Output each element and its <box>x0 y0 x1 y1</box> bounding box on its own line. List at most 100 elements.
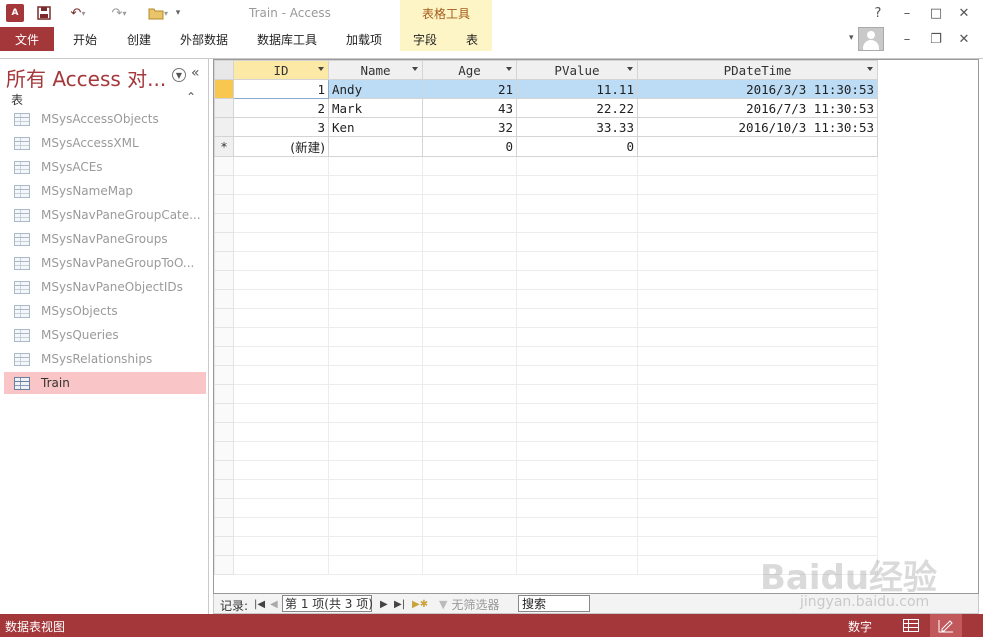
account-dropdown-icon[interactable]: ▾ <box>849 33 854 43</box>
redo-icon[interactable]: ↷ ▾ <box>104 3 134 23</box>
cell-pvalue[interactable]: 33.33 <box>516 117 638 137</box>
save-icon[interactable] <box>34 3 54 23</box>
nav-item[interactable]: MSysObjects <box>4 300 206 322</box>
empty-cell <box>328 194 423 214</box>
dropdown-arrow-icon[interactable] <box>506 67 512 71</box>
nav-item[interactable]: MSysNameMap <box>4 180 206 202</box>
search-input[interactable] <box>518 595 590 612</box>
cell-pvalue[interactable]: 22.22 <box>516 98 638 118</box>
nav-item[interactable]: MSysRelationships <box>4 348 206 370</box>
empty-cell <box>422 289 517 309</box>
undo-icon[interactable]: ↶ ▾ <box>63 3 93 23</box>
table-row[interactable]: 2 Mark 43 22.22 2016/7/3 11:30:53 <box>214 98 878 118</box>
open-folder-icon[interactable]: ▾ <box>143 3 173 23</box>
restore-db-button[interactable]: ❐ <box>925 29 947 49</box>
record-selector[interactable] <box>214 98 234 118</box>
help-button[interactable]: ? <box>867 3 889 23</box>
cell-age-new[interactable]: 0 <box>422 136 517 157</box>
tab-file[interactable]: 文件 <box>0 27 54 51</box>
nav-item[interactable]: MSysNavPaneGroups <box>4 228 206 250</box>
nav-collapse-button[interactable]: « <box>191 65 200 81</box>
dropdown-arrow-icon[interactable] <box>318 67 324 71</box>
cell-pvalue-new[interactable]: 0 <box>516 136 638 157</box>
column-header-age[interactable]: Age <box>422 60 517 80</box>
cell-pdatetime[interactable]: 2016/10/3 11:30:53 <box>637 117 878 137</box>
cell-pdatetime[interactable]: 2016/3/3 11:30:53 <box>637 79 878 99</box>
column-header-pdatetime[interactable]: PDateTime <box>637 60 878 80</box>
record-selector[interactable] <box>214 117 234 137</box>
nav-item[interactable]: MSysNavPaneObjectIDs <box>4 276 206 298</box>
current-record-field[interactable]: 第 1 项(共 3 项) <box>282 595 373 612</box>
filter-status[interactable]: ▼ 无筛选器 <box>439 595 499 613</box>
access-app-icon[interactable]: A <box>6 4 24 22</box>
nav-item[interactable]: MSysQueries <box>4 324 206 346</box>
close-button[interactable]: ✕ <box>953 3 975 23</box>
nav-pane-title[interactable]: 所有 Access 对... <box>6 63 166 92</box>
tab-database-tools[interactable]: 数据库工具 <box>257 27 317 51</box>
empty-cell <box>214 308 234 328</box>
empty-cell <box>328 498 423 518</box>
cell-id[interactable]: 1 <box>233 79 329 99</box>
next-record-icon[interactable]: ▶ <box>380 595 388 613</box>
cell-name-new[interactable] <box>328 136 423 157</box>
minimize-db-button[interactable]: – <box>896 29 918 49</box>
tab-fields[interactable]: 字段 <box>413 27 437 51</box>
empty-cell <box>516 365 638 385</box>
column-header-name[interactable]: Name <box>328 60 423 80</box>
cell-pdatetime-new[interactable] <box>637 136 878 157</box>
nav-item[interactable]: MSysAccessXML <box>4 132 206 154</box>
tab-add-ins[interactable]: 加载项 <box>346 27 382 51</box>
new-record-icon-nav[interactable]: ▶✱ <box>412 595 428 613</box>
chevron-up-icon[interactable]: ⌃ <box>186 90 196 104</box>
new-record-icon[interactable]: * <box>214 136 234 157</box>
empty-cell <box>233 555 329 575</box>
minimize-button[interactable]: – <box>896 3 918 23</box>
empty-cell <box>328 346 423 366</box>
empty-cell <box>422 517 517 537</box>
datasheet-view-icon[interactable] <box>895 614 927 637</box>
tab-create[interactable]: 创建 <box>127 27 151 51</box>
column-header-id[interactable]: ID <box>233 60 329 80</box>
cell-age[interactable]: 43 <box>422 98 517 118</box>
column-header-pvalue[interactable]: PValue <box>516 60 638 80</box>
nav-menu-icon[interactable]: ▼ <box>172 68 186 82</box>
nav-item[interactable]: MSysACEs <box>4 156 206 178</box>
maximize-button[interactable]: □ <box>925 3 947 23</box>
cell-name[interactable]: Mark <box>328 98 423 118</box>
nav-item[interactable]: MSysNavPaneGroupCate... <box>4 204 206 226</box>
table-icon <box>14 112 30 126</box>
dropdown-arrow-icon[interactable] <box>627 67 633 71</box>
tab-table[interactable]: 表 <box>466 27 478 51</box>
table-row[interactable]: 3 Ken 32 33.33 2016/10/3 11:30:53 <box>214 117 878 137</box>
first-record-icon[interactable]: |◀ <box>254 595 265 613</box>
nav-group-header[interactable]: 表 <box>11 91 23 108</box>
table-row[interactable]: 1 Andy 21 11.11 2016/3/3 11:30:53 <box>214 79 878 99</box>
cell-name[interactable]: Ken <box>328 117 423 137</box>
cell-age[interactable]: 32 <box>422 117 517 137</box>
tab-external-data[interactable]: 外部数据 <box>180 27 228 51</box>
design-view-icon[interactable] <box>930 614 962 637</box>
user-avatar[interactable] <box>858 27 884 51</box>
nav-item[interactable]: Train <box>4 372 206 394</box>
tab-home[interactable]: 开始 <box>73 27 97 51</box>
close-db-button[interactable]: ✕ <box>953 29 975 49</box>
cell-pvalue[interactable]: 11.11 <box>516 79 638 99</box>
cell-pdatetime[interactable]: 2016/7/3 11:30:53 <box>637 98 878 118</box>
cell-id-new[interactable]: (新建) <box>233 136 329 157</box>
cell-name[interactable]: Andy <box>328 79 423 99</box>
empty-cell <box>637 384 878 404</box>
cell-id[interactable]: 2 <box>233 98 329 118</box>
last-record-icon[interactable]: ▶| <box>394 595 405 613</box>
dropdown-arrow-icon[interactable] <box>412 67 418 71</box>
previous-record-icon[interactable]: ◀ <box>270 595 278 613</box>
nav-item[interactable]: MSysNavPaneGroupToO... <box>4 252 206 274</box>
new-record-row[interactable]: * (新建) 0 0 <box>214 136 878 157</box>
select-all-corner[interactable] <box>214 60 234 80</box>
empty-row <box>214 270 878 290</box>
dropdown-arrow-icon[interactable] <box>867 67 873 71</box>
cell-id[interactable]: 3 <box>233 117 329 137</box>
nav-item[interactable]: MSysAccessObjects <box>4 108 206 130</box>
customize-qat-icon[interactable]: ▾ <box>172 3 184 23</box>
cell-age[interactable]: 21 <box>422 79 517 99</box>
record-selector[interactable] <box>214 79 234 99</box>
